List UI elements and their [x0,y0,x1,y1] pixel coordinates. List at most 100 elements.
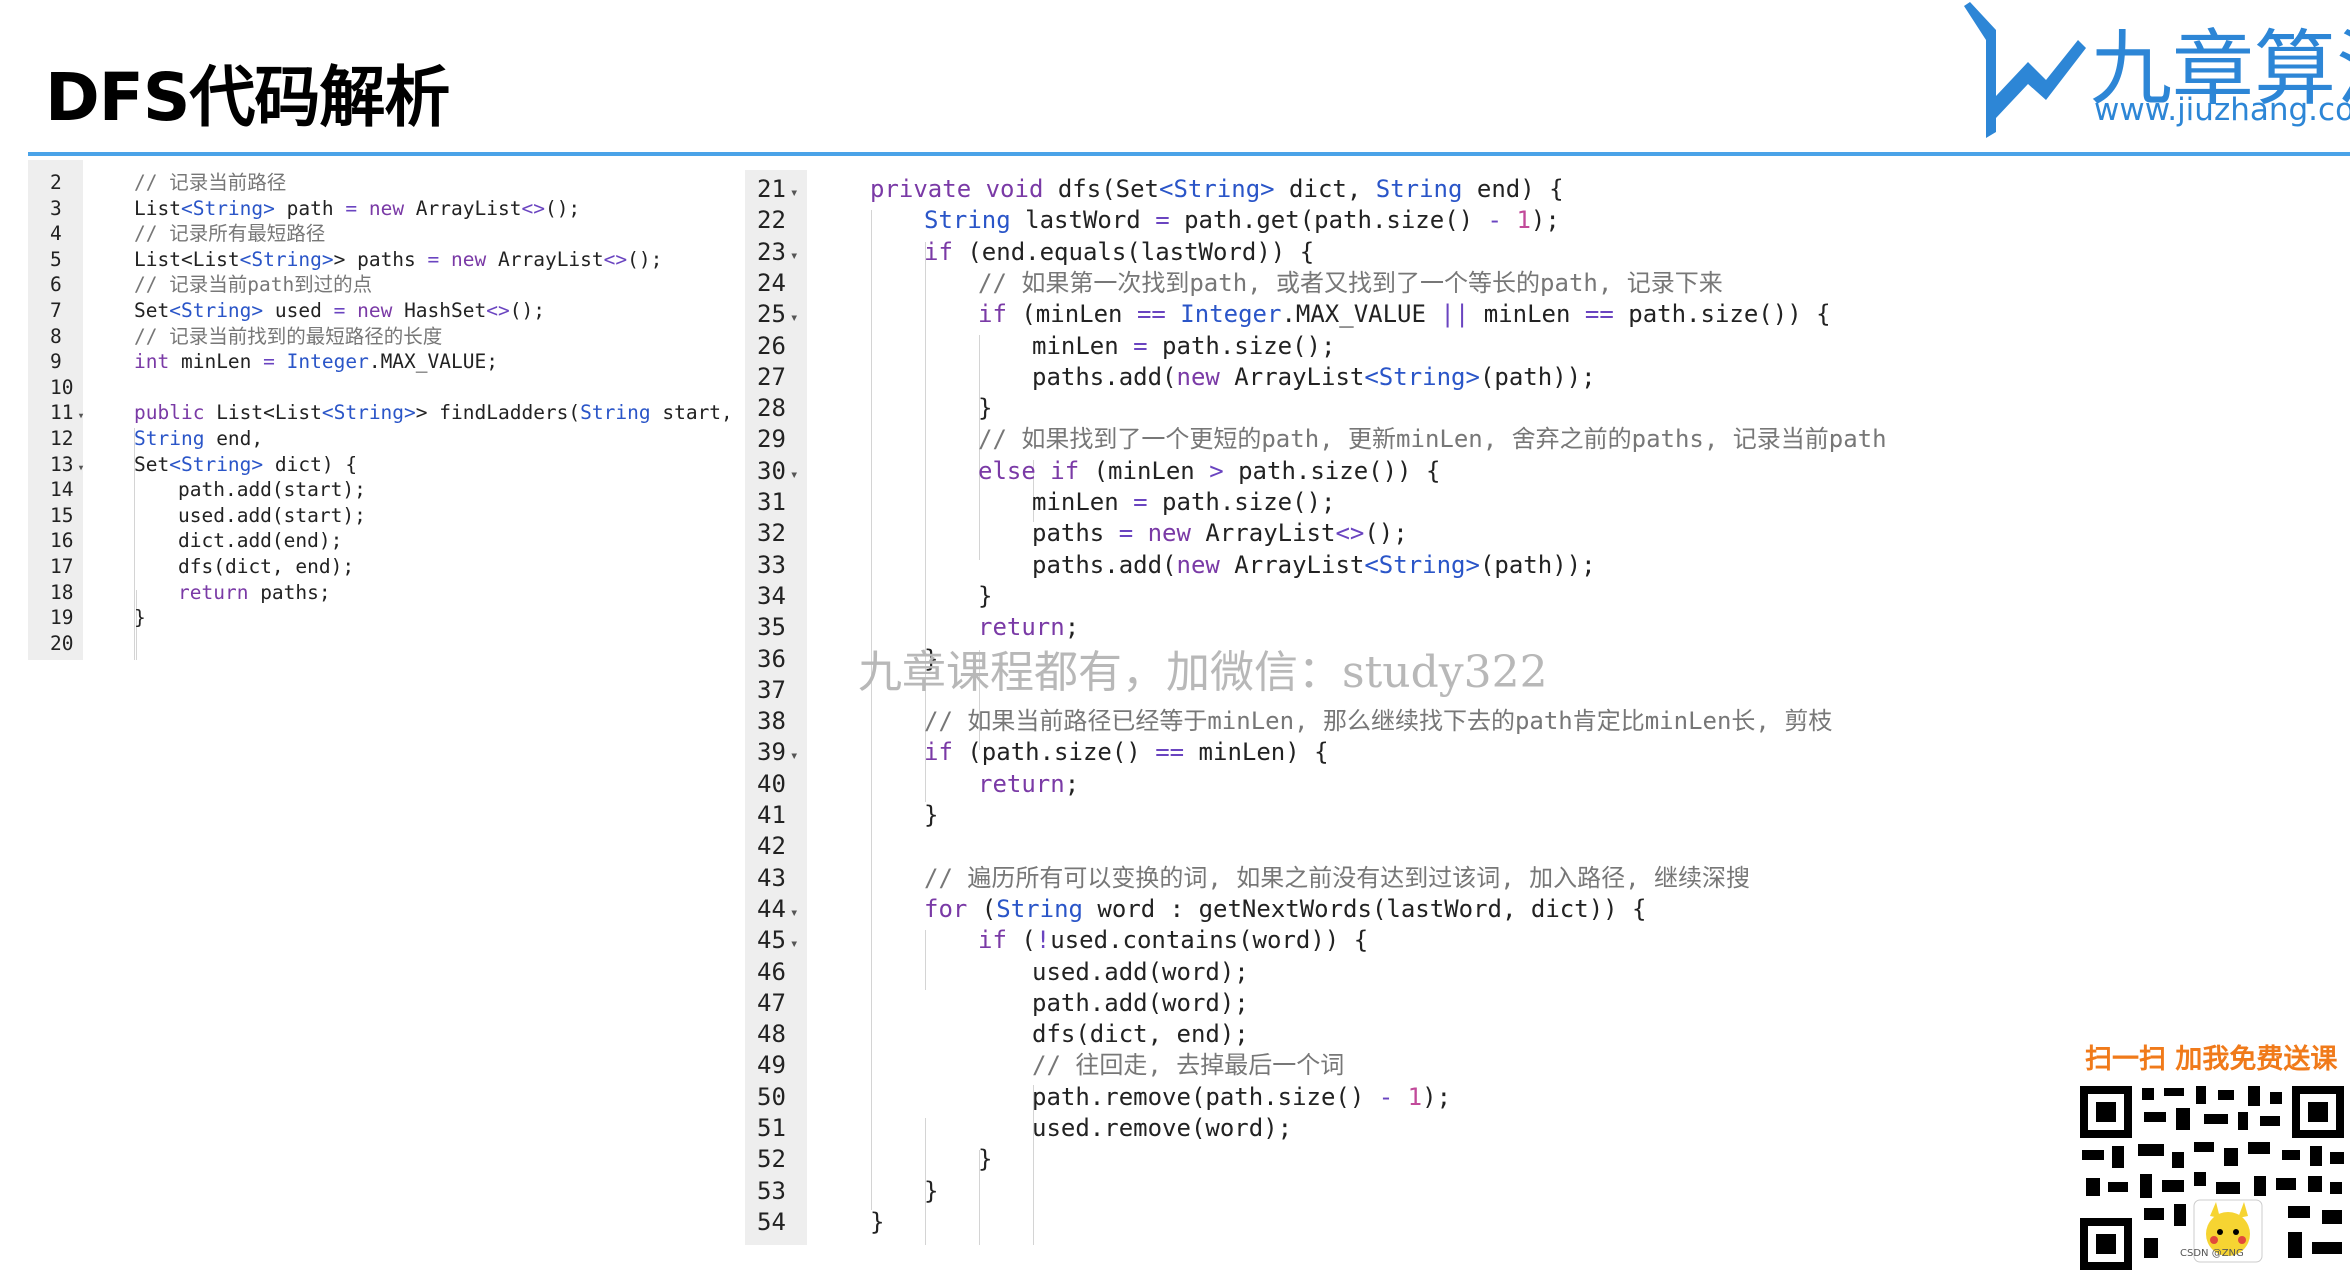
code-editor-right: 21 ▾ private void dfs(Set<String> dict, St… [745,170,1890,1245]
code-token: return [178,580,249,604]
code-line: 27 paths.add(new ArrayList<String>(path))… [745,362,1890,393]
code-line: 7 Set<String> used = new HashSet<>(); [28,298,728,324]
code-token: String [1375,175,1463,203]
code-text: } [924,800,938,831]
code-token: = [427,247,440,271]
line-number: 11 ▾ [50,401,85,425]
fold-toggle-icon[interactable]: ▾ [77,408,84,422]
code-line: 49 // 往回走, 去掉最后一个词 [745,1050,1890,1081]
line-number: 33 [757,550,786,579]
code-token: = [1118,519,1134,548]
line-number: 45 ▾ [757,926,799,955]
line-number: 7 [50,299,62,322]
line-number: 32 [757,519,786,548]
code-text: // 记录当前找到的最短路径的长度 [134,324,442,350]
code-text: minLen = path.size(); [1032,487,1335,518]
code-token: ); [1530,206,1560,235]
line-number: 9 [50,350,62,374]
line-number: 17 [50,555,74,578]
code-token: return [978,769,1065,798]
code-text: if (end.equals(lastWord)) { [924,237,1314,268]
code-text: // 如果找到了一个更短的path, 更新minLen, 舍弃之前的paths,… [978,424,1887,455]
code-text: List<String> path = new ArrayList<>(); [134,196,580,222]
code-token: > [1209,456,1224,485]
code-token: ; [1064,769,1080,798]
fold-toggle-icon[interactable]: ▾ [790,936,799,952]
fold-toggle-icon[interactable]: ▾ [790,467,799,483]
fold-toggle-icon[interactable]: ▾ [790,248,799,264]
code-token: for [924,894,968,923]
fold-toggle-icon[interactable]: ▾ [77,460,84,474]
code-token: = [1133,488,1148,516]
code-token: Integer [274,350,369,374]
code-text: String end, [134,426,263,452]
code-token: (path.size() [952,738,1156,767]
line-number: 51 [757,1114,786,1142]
code-token: paths [345,247,428,271]
fold-toggle-icon[interactable]: ▾ [790,185,799,201]
code-token: path.size(); [1147,331,1336,360]
line-number: 39 ▾ [757,738,799,767]
code-line: 11 ▾ public List<List<String>> findLadders… [28,400,728,426]
code-token: public [134,401,205,425]
line-number: 30 ▾ [757,456,799,485]
code-token: <String> [1364,362,1480,391]
code-token: List<List [204,401,322,425]
fold-toggle-icon[interactable]: ▾ [790,905,799,921]
line-number: 2 [50,171,62,194]
fold-toggle-icon[interactable]: ▾ [790,310,799,326]
code-token: == [1136,300,1166,329]
code-token: <> [521,196,545,220]
code-line: 6 // 记录当前path到过的点 [28,272,728,298]
code-text: int minLen = Integer.MAX_VALUE; [134,349,498,375]
code-line: 31 minLen = path.size(); [745,487,1890,518]
code-line: 32 paths = new ArrayList<>(); [745,518,1890,549]
code-token: (); [627,247,663,271]
code-token: path.add(start); [178,478,366,502]
code-token: String [996,894,1083,923]
code-token: <String> [321,401,416,425]
fold-toggle-icon[interactable]: ▾ [790,748,799,764]
code-token: } [134,606,146,630]
line-number: 18 [50,580,74,604]
code-text: dfs(dict, end); [178,554,354,580]
code-token: minLen) { [1184,738,1329,767]
code-line: 20 [28,631,728,657]
code-text: minLen = path.size(); [1032,331,1335,362]
code-token: (end.equals(lastWord)) { [952,237,1315,266]
code-text: } [924,1176,938,1207]
code-line: 38 // 如果当前路径已经等于minLen, 那么继续找下去的path肯定比mi… [745,706,1890,737]
line-number: 40 [757,769,786,798]
line-number: 38 [757,707,786,736]
code-text: // 遍历所有可以变换的词, 如果之前没有达到过该词, 加入路径, 继续深搜 [924,863,1750,894]
code-token: dict, [1274,175,1376,203]
code-token: HashSet [392,299,487,322]
code-token: new [357,196,405,220]
code-token: (path)); [1479,362,1596,391]
code-token: used.add(start); [178,503,366,527]
code-text: for (String word : getNextWords(lastWord… [924,894,1647,925]
code-token: ArrayList [1190,519,1336,548]
code-token: <String> [1159,175,1275,203]
line-number: 43 [757,863,786,892]
code-token: path.size(); [1147,488,1336,516]
line-number: 50 [757,1082,786,1111]
code-token: end) { [1462,175,1564,203]
code-text: return; [978,769,1079,800]
code-line: 23 ▾ if (end.equals(lastWord)) { [745,237,1890,268]
qr-code-icon[interactable] [2078,1082,2350,1272]
code-line: 24 // 如果第一次找到path, 或者又找到了一个等长的path, 记录下来 [745,268,1890,299]
code-token: start, [650,401,728,425]
code-token: minLen [1032,488,1134,516]
code-token: > [415,401,428,425]
code-line: 8 // 记录当前找到的最短路径的长度 [28,324,728,350]
line-number: 37 [757,675,786,704]
code-token: <> [603,247,628,271]
code-token: word : getNextWords(lastWord, dict)) { [1082,894,1647,923]
code-line: 19} [28,605,728,631]
code-token: dict.add(end); [178,529,343,553]
line-number: 24 [757,268,786,297]
line-number: 5 [50,247,62,271]
code-token: // 记录当前路径 [134,171,287,194]
line-number: 53 [757,1176,786,1205]
